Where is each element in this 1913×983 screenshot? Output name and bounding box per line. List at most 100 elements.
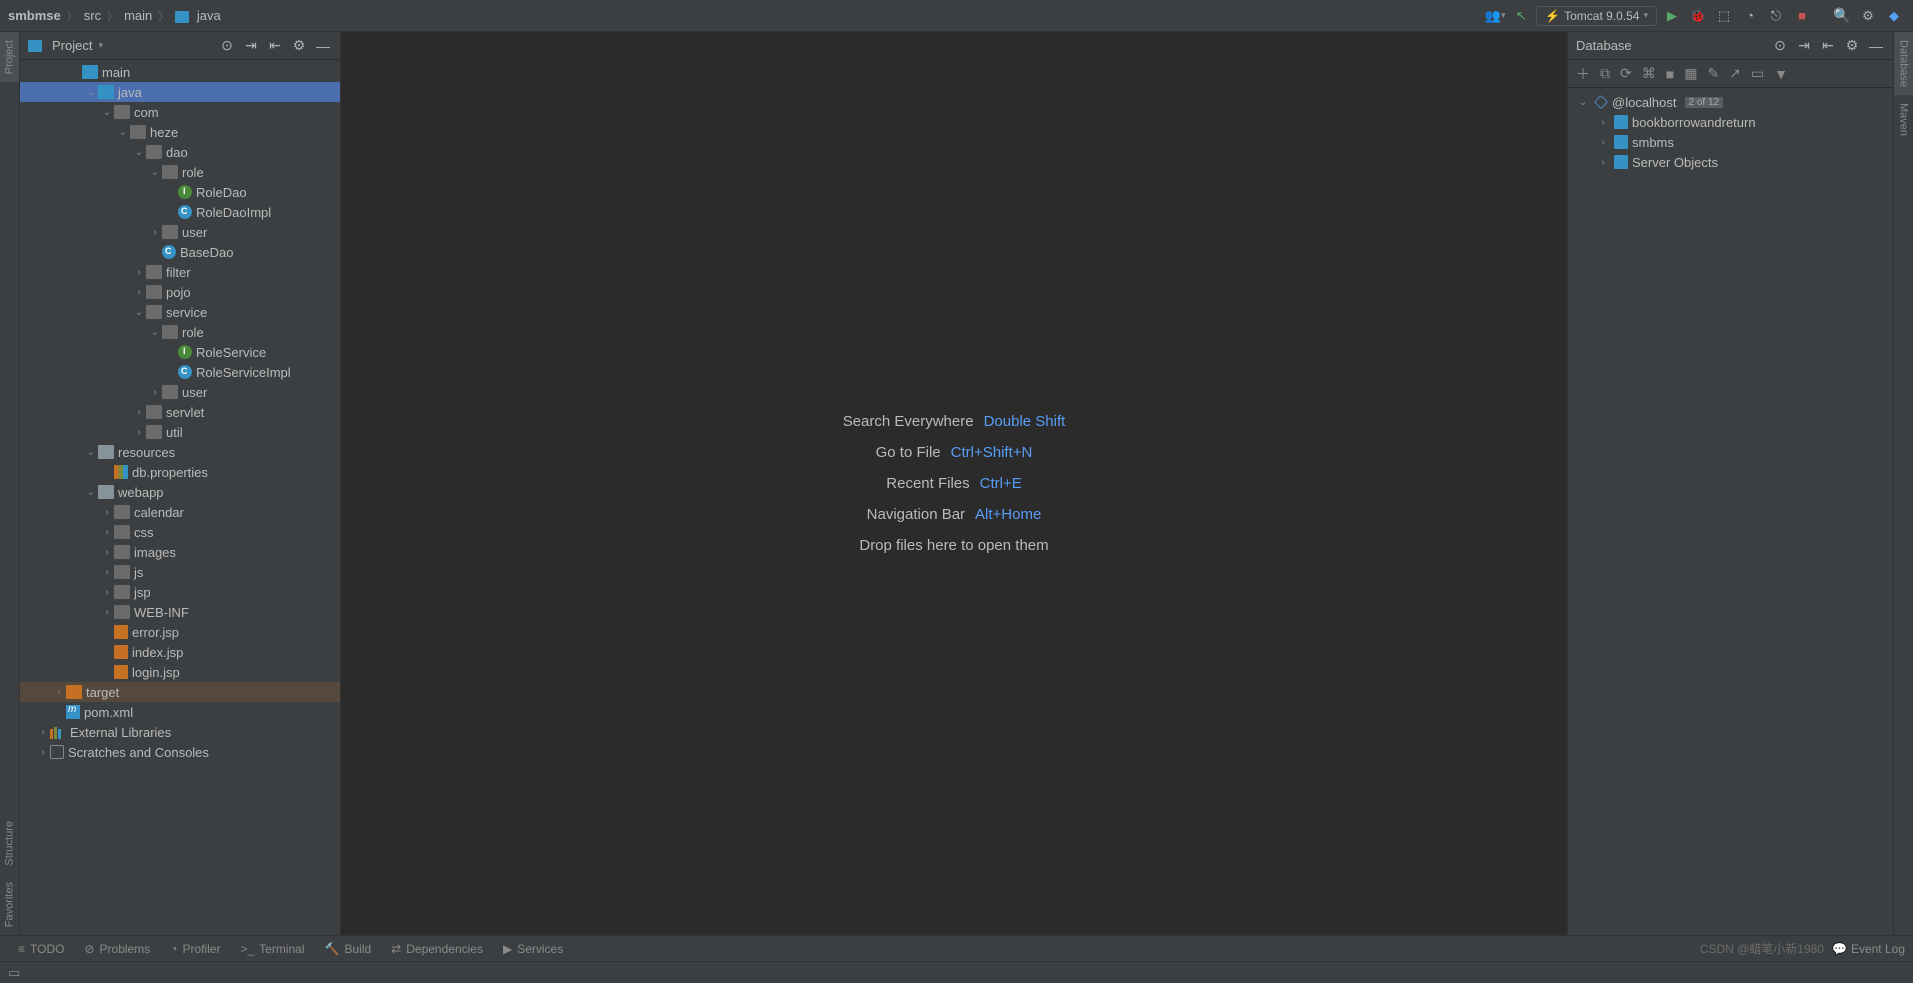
profiler-icon[interactable]: ◔ — [1739, 5, 1761, 27]
tree-item-role[interactable]: ⌄role — [20, 322, 340, 342]
chevron-down-icon[interactable]: ⌄ — [148, 167, 162, 178]
tree-item-basedao[interactable]: BaseDao — [20, 242, 340, 262]
users-icon[interactable]: 👥▾ — [1484, 5, 1506, 27]
tree-item-calendar[interactable]: ›calendar — [20, 502, 340, 522]
chevron-right-icon[interactable]: › — [100, 567, 114, 578]
chevron-right-icon[interactable]: › — [100, 587, 114, 598]
tree-item-servlet[interactable]: ›servlet — [20, 402, 340, 422]
tree-item-dao[interactable]: ⌄dao — [20, 142, 340, 162]
tree-item-pojo[interactable]: ›pojo — [20, 282, 340, 302]
chevron-right-icon[interactable]: › — [100, 507, 114, 518]
tree-item-roleservice[interactable]: RoleService — [20, 342, 340, 362]
tree-item-resources[interactable]: ⌄resources — [20, 442, 340, 462]
tree-item-roleserviceimpl[interactable]: RoleServiceImpl — [20, 362, 340, 382]
chevron-down-icon[interactable]: ⌄ — [116, 127, 130, 138]
expand-all-icon[interactable]: ⇥ — [242, 37, 260, 55]
query-console-icon[interactable]: ⌘ — [1642, 65, 1656, 82]
collapse-all-icon[interactable]: ⇤ — [266, 37, 284, 55]
gutter-tab-structure[interactable]: Structure — [0, 813, 19, 874]
filter-icon[interactable]: ▼ — [1774, 66, 1788, 82]
chevron-right-icon[interactable]: › — [148, 387, 162, 398]
chevron-down-icon[interactable]: ⌄ — [132, 147, 146, 158]
bottom-tab-profiler[interactable]: ◔Profiler — [160, 942, 230, 956]
chevron-right-icon[interactable]: › — [132, 287, 146, 298]
chevron-right-icon[interactable]: › — [132, 267, 146, 278]
chevron-right-icon[interactable]: › — [52, 687, 66, 698]
coverage-icon[interactable]: ⬚ — [1713, 5, 1735, 27]
collapse-all-icon[interactable]: ⇤ — [1819, 37, 1837, 55]
chevron-right-icon[interactable]: › — [132, 407, 146, 418]
tree-item-user[interactable]: ›user — [20, 382, 340, 402]
db-schema-item[interactable]: › bookborrowandreturn — [1568, 112, 1893, 132]
locate-icon[interactable]: ⊙ — [218, 37, 236, 55]
tree-item-login-jsp[interactable]: login.jsp — [20, 662, 340, 682]
project-tree[interactable]: main⌄java⌄com⌄heze⌄dao⌄roleRoleDaoRoleDa… — [20, 60, 340, 935]
hint-shortcut[interactable]: Alt+Home — [975, 506, 1041, 523]
refresh-icon[interactable]: ⟳ — [1620, 65, 1632, 82]
chevron-down-icon[interactable]: ⌄ — [84, 487, 98, 498]
hide-icon[interactable]: — — [314, 37, 332, 55]
tree-item-error-jsp[interactable]: error.jsp — [20, 622, 340, 642]
breadcrumb-src[interactable]: src — [84, 8, 101, 23]
tree-item-target[interactable]: ›target — [20, 682, 340, 702]
gutter-tab-maven[interactable]: Maven — [1894, 95, 1913, 144]
chevron-right-icon[interactable]: › — [100, 547, 114, 558]
tree-item-roledao[interactable]: RoleDao — [20, 182, 340, 202]
settings-icon[interactable]: ⚙ — [290, 37, 308, 55]
db-connection[interactable]: ⌄ @localhost 2 of 12 — [1568, 92, 1893, 112]
tree-item-index-jsp[interactable]: index.jsp — [20, 642, 340, 662]
tree-item-roledaoimpl[interactable]: RoleDaoImpl — [20, 202, 340, 222]
chevron-down-icon[interactable]: ⌄ — [132, 307, 146, 318]
chevron-right-icon[interactable]: › — [36, 727, 50, 738]
attach-icon[interactable]: ⎋ — [1765, 5, 1787, 27]
tree-item-filter[interactable]: ›filter — [20, 262, 340, 282]
bottom-tab-build[interactable]: 🔨Build — [315, 942, 382, 956]
bottom-tab-problems[interactable]: ⊘Problems — [74, 942, 160, 956]
add-icon[interactable]: ＋ — [1576, 64, 1590, 84]
tree-item-images[interactable]: ›images — [20, 542, 340, 562]
chevron-right-icon[interactable]: › — [36, 747, 50, 758]
hint-shortcut[interactable]: Double Shift — [984, 413, 1066, 430]
chevron-down-icon[interactable]: ⌄ — [84, 87, 98, 98]
breadcrumb-project[interactable]: smbmse — [8, 8, 61, 23]
bottom-tab-services[interactable]: ▶Services — [493, 942, 573, 956]
event-log-button[interactable]: 💬 Event Log — [1832, 942, 1905, 956]
gutter-tab-favorites[interactable]: Favorites — [0, 874, 19, 935]
tree-item-user[interactable]: ›user — [20, 222, 340, 242]
tree-item-scratches-and-consoles[interactable]: ›Scratches and Consoles — [20, 742, 340, 762]
table-icon[interactable]: ▦ — [1684, 65, 1697, 82]
expand-all-icon[interactable]: ⇥ — [1795, 37, 1813, 55]
tree-item-db-properties[interactable]: db.properties — [20, 462, 340, 482]
gutter-tab-database[interactable]: Database — [1894, 32, 1913, 95]
tree-item-pom-xml[interactable]: pom.xml — [20, 702, 340, 722]
hint-shortcut[interactable]: Ctrl+E — [980, 475, 1022, 492]
jump-icon[interactable]: ↗ — [1729, 65, 1741, 82]
tree-item-js[interactable]: ›js — [20, 562, 340, 582]
ide-icon[interactable]: ◆ — [1883, 5, 1905, 27]
hammer-icon[interactable]: ↖ — [1510, 5, 1532, 27]
chevron-down-icon[interactable]: ⌄ — [84, 447, 98, 458]
diagram-icon[interactable]: ▭ — [1751, 65, 1764, 82]
chevron-down-icon[interactable]: ⌄ — [100, 107, 114, 118]
tree-item-role[interactable]: ⌄role — [20, 162, 340, 182]
database-tree[interactable]: ⌄ @localhost 2 of 12 › bookborrowandretu… — [1568, 88, 1893, 176]
tree-item-util[interactable]: ›util — [20, 422, 340, 442]
search-icon[interactable]: 🔍 — [1831, 5, 1853, 27]
stop-icon[interactable]: ■ — [1666, 66, 1674, 82]
run-icon[interactable]: ▶ — [1661, 5, 1683, 27]
bottom-tab-terminal[interactable]: >_Terminal — [230, 942, 314, 956]
stop-icon[interactable]: ■ — [1791, 5, 1813, 27]
chevron-right-icon[interactable]: › — [100, 607, 114, 618]
breadcrumb-main[interactable]: main — [124, 8, 152, 23]
tree-item-external-libraries[interactable]: ›External Libraries — [20, 722, 340, 742]
hint-shortcut[interactable]: Ctrl+Shift+N — [951, 444, 1033, 461]
chevron-right-icon[interactable]: › — [132, 427, 146, 438]
db-server-objects[interactable]: › Server Objects — [1568, 152, 1893, 172]
tree-item-web-inf[interactable]: ›WEB-INF — [20, 602, 340, 622]
bottom-tab-todo[interactable]: ≡TODO — [8, 942, 74, 956]
gutter-tab-project[interactable]: Project — [0, 32, 19, 82]
debug-icon[interactable]: 🐞 — [1687, 5, 1709, 27]
edit-icon[interactable]: ✎ — [1707, 65, 1719, 82]
tree-item-service[interactable]: ⌄service — [20, 302, 340, 322]
tree-item-main[interactable]: main — [20, 62, 340, 82]
